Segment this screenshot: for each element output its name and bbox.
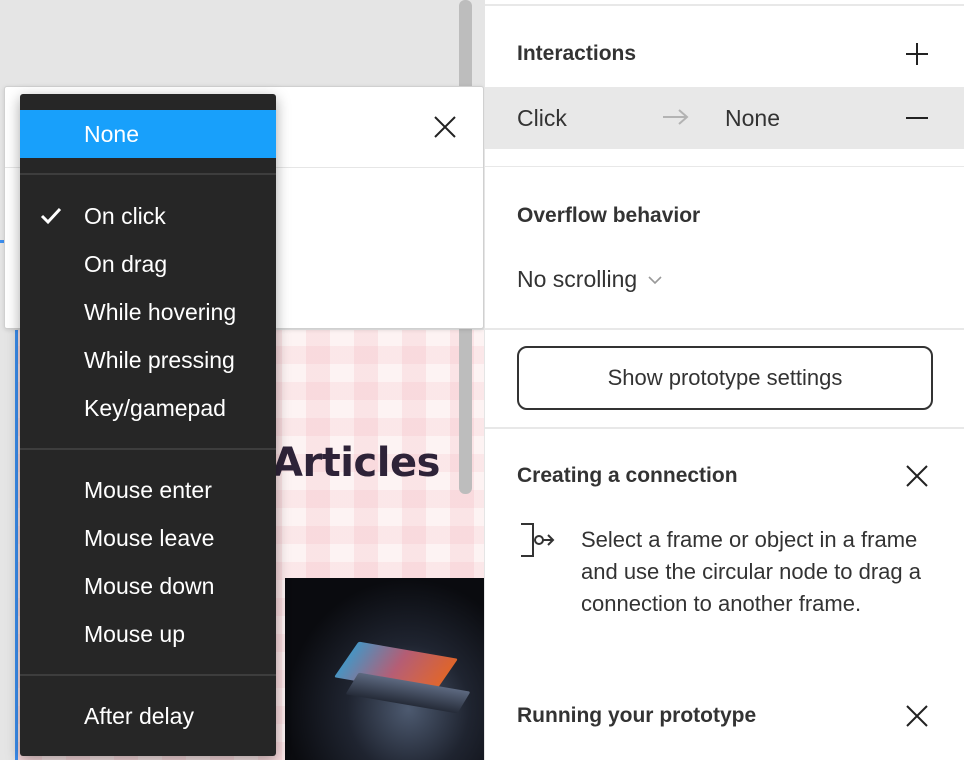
- panel-divider: [485, 427, 964, 429]
- menu-separator: [20, 674, 276, 676]
- close-icon[interactable]: [903, 462, 931, 490]
- panel-divider: [485, 166, 964, 167]
- interaction-row[interactable]: Click None: [485, 87, 964, 149]
- close-icon[interactable]: [903, 702, 931, 730]
- plus-icon[interactable]: [903, 40, 931, 68]
- menu-item-label: None: [84, 120, 139, 147]
- frame-selection-edge: [15, 330, 18, 760]
- menu-item-label: Mouse down: [84, 572, 215, 599]
- menu-item-mouse-down[interactable]: Mouse down: [20, 562, 276, 610]
- menu-item-while-hovering[interactable]: While hovering: [20, 288, 276, 336]
- menu-separator: [20, 448, 276, 450]
- menu-item-mouse-up[interactable]: Mouse up: [20, 610, 276, 658]
- overflow-value: No scrolling: [517, 266, 638, 292]
- show-prototype-settings-button[interactable]: Show prototype settings: [517, 346, 933, 410]
- menu-item-while-pressing[interactable]: While pressing: [20, 336, 276, 384]
- minus-icon[interactable]: [903, 104, 931, 132]
- overflow-dropdown[interactable]: No scrolling: [517, 266, 663, 293]
- canvas-heading: Articles: [272, 440, 440, 486]
- close-icon[interactable]: [431, 113, 459, 141]
- menu-item-label: After delay: [84, 702, 194, 729]
- menu-item-none[interactable]: None: [20, 110, 276, 158]
- panel-divider: [485, 328, 964, 330]
- menu-item-mouse-leave[interactable]: Mouse leave: [20, 514, 276, 562]
- overflow-title: Overflow behavior: [517, 204, 701, 227]
- trigger-dropdown-menu: None On click On drag While hovering Whi…: [20, 94, 276, 756]
- menu-item-label: On drag: [84, 250, 168, 277]
- menu-item-label: On click: [84, 202, 166, 229]
- menu-separator: [20, 173, 276, 175]
- panel-divider: [485, 4, 964, 6]
- creating-connection-title: Creating a connection: [517, 464, 738, 487]
- menu-item-on-click[interactable]: On click: [20, 192, 276, 240]
- connection-icon: [521, 523, 555, 557]
- chevron-down-icon: [648, 275, 662, 284]
- checkmark-icon: [40, 207, 62, 225]
- creating-connection-text: Select a frame or object in a frame and …: [581, 527, 922, 616]
- running-prototype-title: Running your prototype: [517, 704, 757, 727]
- interactions-title: Interactions: [517, 42, 637, 65]
- prototype-properties-panel: Interactions Click None Overflow behavio…: [484, 0, 964, 760]
- menu-item-label: Mouse leave: [84, 524, 215, 551]
- arrow-right-icon: [663, 109, 689, 125]
- menu-item-label: While pressing: [84, 346, 235, 373]
- menu-item-label: Mouse up: [84, 620, 186, 647]
- menu-item-mouse-enter[interactable]: Mouse enter: [20, 466, 276, 514]
- canvas-image-laptop[interactable]: [285, 578, 484, 760]
- menu-item-label: Mouse enter: [84, 476, 212, 503]
- interaction-trigger[interactable]: Click: [517, 105, 567, 132]
- menu-item-key-gamepad[interactable]: Key/gamepad: [20, 384, 276, 432]
- menu-item-on-drag[interactable]: On drag: [20, 240, 276, 288]
- menu-item-after-delay[interactable]: After delay: [20, 692, 276, 740]
- interaction-action[interactable]: None: [725, 105, 780, 132]
- menu-item-label: While hovering: [84, 298, 237, 325]
- menu-item-label: Key/gamepad: [84, 394, 226, 421]
